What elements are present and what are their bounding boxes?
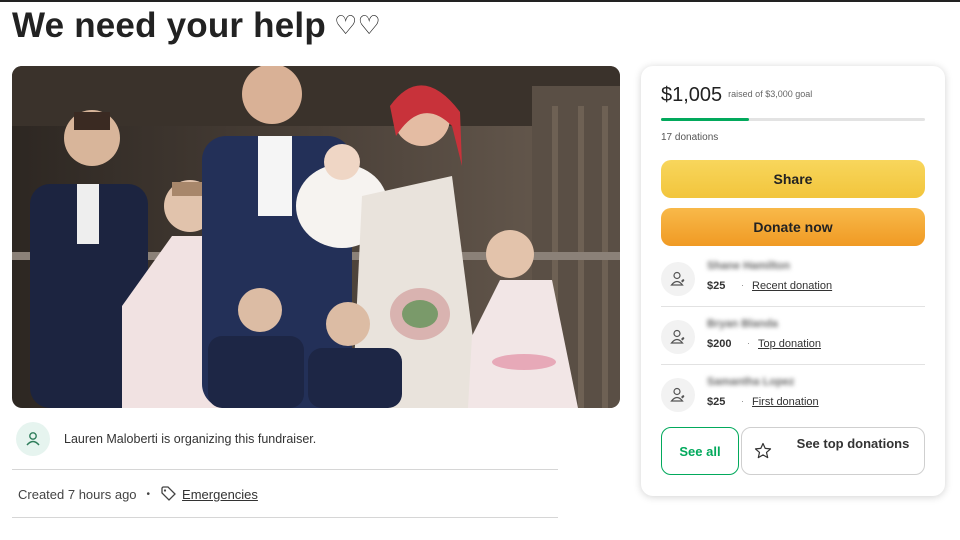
donor-separator: · — [741, 396, 744, 406]
divider — [661, 364, 925, 365]
donor-heart-icon — [661, 262, 695, 296]
share-button[interactable]: Share — [661, 160, 925, 198]
donor-separator: · — [741, 280, 744, 290]
tag-icon — [160, 485, 176, 504]
divider — [12, 517, 558, 518]
donor-name: Shane Hamilton — [707, 260, 791, 272]
heart-icons: ♡♡ — [333, 10, 381, 40]
donor-name: Samantha Lopez — [707, 376, 795, 388]
created-time: Created 7 hours ago — [18, 487, 137, 502]
divider — [661, 306, 925, 307]
star-icon — [754, 442, 772, 465]
progress-fill — [661, 118, 750, 121]
campaign-meta: Created 7 hours ago • Emergencies — [18, 485, 258, 504]
donor-heart-icon — [661, 378, 695, 412]
see-all-button[interactable]: See all — [661, 427, 739, 475]
donor-amount: $25 — [707, 396, 726, 408]
donor-item: Bryan Blanda $200 · Top donation — [661, 314, 925, 362]
organizer-text: Lauren Maloberti is organizing this fund… — [64, 432, 317, 446]
donor-kind-link[interactable]: First donation — [752, 396, 819, 408]
organizer-row: Lauren Maloberti is organizing this fund… — [16, 422, 556, 458]
donor-item: Shane Hamilton $25 · Recent donation — [661, 256, 925, 304]
campaign-photo[interactable] — [12, 66, 620, 408]
raised-amount: $1,005 — [661, 84, 723, 106]
goal-text: raised of $3,000 goal — [728, 89, 813, 99]
user-group-icon — [16, 422, 50, 456]
donation-card: $1,005 raised of $3,000 goal 17 donations… — [641, 66, 945, 496]
donor-amount: $25 — [707, 280, 726, 292]
donations-count: 17 donations — [661, 132, 719, 143]
donor-separator: · — [747, 338, 750, 348]
divider — [12, 469, 558, 470]
meta-separator: • — [146, 489, 151, 500]
donate-now-button[interactable]: Donate now — [661, 208, 925, 246]
top-border — [0, 0, 960, 2]
donor-item: Samantha Lopez $25 · First donation — [661, 372, 925, 420]
donor-amount: $200 — [707, 338, 732, 350]
donor-heart-icon — [661, 320, 695, 354]
see-top-donations-button[interactable]: See top donations — [741, 427, 925, 475]
donor-name: Bryan Blanda — [707, 318, 778, 330]
raised-summary: $1,005 raised of $3,000 goal — [661, 84, 812, 107]
see-top-label: See top donations — [796, 436, 910, 451]
donor-kind-link[interactable]: Top donation — [758, 338, 821, 350]
category-link[interactable]: Emergencies — [182, 487, 258, 502]
family-wedding-photo — [12, 66, 620, 408]
donor-kind-link[interactable]: Recent donation — [752, 280, 832, 292]
page-title: We need your help ♡♡ — [12, 6, 381, 45]
progress-bar — [661, 118, 925, 121]
